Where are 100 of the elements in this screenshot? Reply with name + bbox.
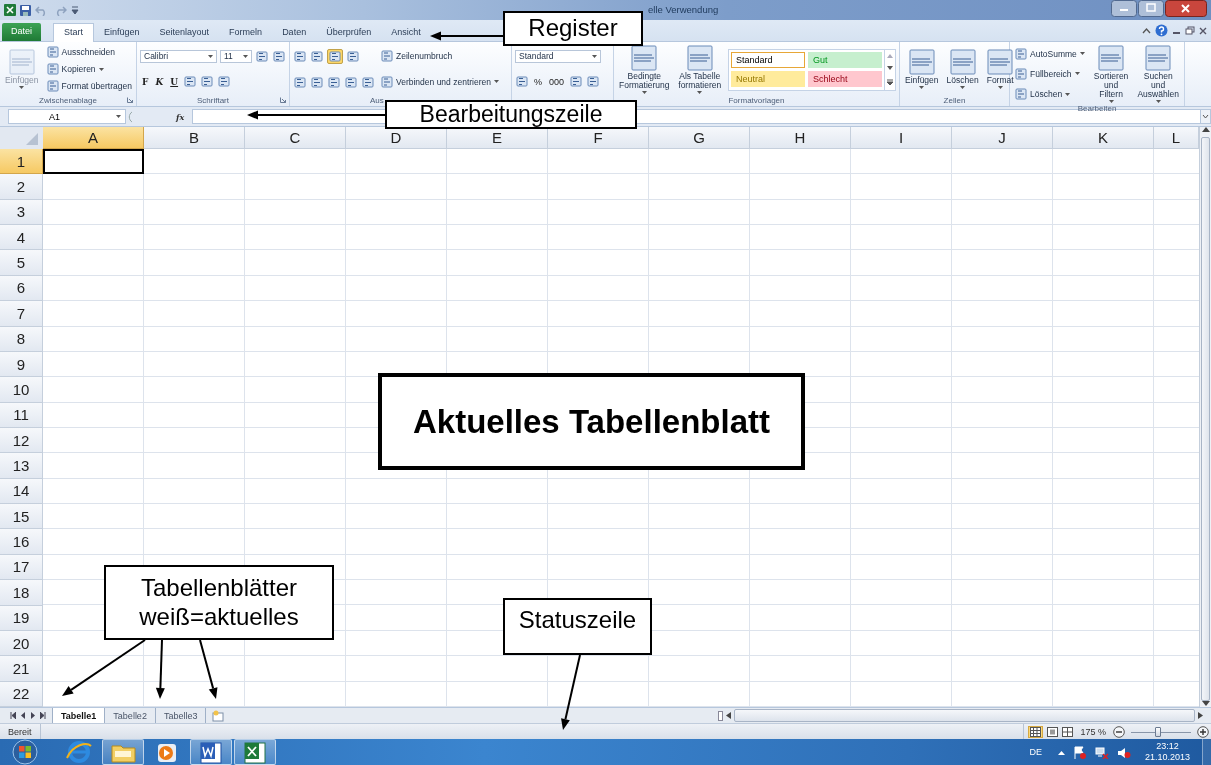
name-box[interactable]: A1 bbox=[8, 109, 126, 124]
ribbon-button[interactable]: Zeilenumbruch bbox=[379, 49, 501, 64]
percent-style-button[interactable]: % bbox=[532, 76, 544, 87]
scroll-left-icon[interactable] bbox=[726, 712, 731, 719]
cell-style[interactable]: Neutral bbox=[731, 71, 805, 87]
ribbon-tab[interactable]: Einfügen bbox=[94, 24, 150, 41]
ribbon-button[interactable]: Ausschneiden bbox=[44, 45, 134, 59]
sheet-nav-icon[interactable] bbox=[40, 712, 46, 719]
ribbon-tab[interactable]: Seitenlayout bbox=[149, 24, 220, 41]
cell-style[interactable]: Standard bbox=[731, 51, 805, 68]
taskbar-app[interactable] bbox=[190, 739, 232, 765]
row-header[interactable]: 14 bbox=[0, 478, 43, 505]
restore-button[interactable] bbox=[1138, 0, 1164, 17]
row-header[interactable]: 8 bbox=[0, 326, 43, 352]
toolbar-icon[interactable] bbox=[347, 51, 359, 63]
taskbar-app[interactable] bbox=[102, 739, 144, 765]
split-handle-icon[interactable] bbox=[718, 710, 723, 721]
vertical-scrollbar[interactable] bbox=[1199, 127, 1211, 707]
start-button[interactable] bbox=[10, 739, 40, 765]
row-header[interactable]: 22 bbox=[0, 681, 43, 707]
toolbar-icon[interactable] bbox=[184, 76, 197, 88]
row-header[interactable]: 11 bbox=[0, 402, 43, 428]
toolbar-icon[interactable] bbox=[294, 76, 306, 88]
toolbar-icon[interactable] bbox=[328, 76, 340, 88]
ribbon-button[interactable]: Füllbereich bbox=[1013, 67, 1087, 81]
ribbon-button[interactable]: Löschen bbox=[944, 48, 981, 90]
bold-button[interactable]: F bbox=[140, 76, 151, 87]
column-header[interactable]: G bbox=[649, 127, 750, 149]
row-header[interactable]: 21 bbox=[0, 656, 43, 682]
row-header[interactable]: 19 bbox=[0, 605, 43, 631]
row-header[interactable]: 6 bbox=[0, 275, 43, 302]
taskbar-app[interactable] bbox=[234, 739, 276, 765]
dropdown-field[interactable]: Calibri bbox=[140, 49, 217, 63]
zoom-out-icon[interactable] bbox=[1113, 725, 1125, 738]
zoom-slider-thumb[interactable] bbox=[1155, 726, 1161, 737]
save-icon[interactable] bbox=[20, 4, 31, 16]
ribbon-button[interactable]: Kopieren bbox=[44, 62, 134, 76]
column-header[interactable]: K bbox=[1053, 127, 1154, 149]
row-header[interactable]: 20 bbox=[0, 630, 43, 657]
toolbar-icon[interactable] bbox=[345, 76, 357, 88]
expand-formula-icon[interactable] bbox=[1200, 109, 1211, 124]
row-header[interactable]: 16 bbox=[0, 529, 43, 555]
horizontal-scrollbar[interactable] bbox=[734, 709, 1195, 722]
ribbon-tab[interactable]: Überprüfen bbox=[316, 24, 382, 41]
row-header[interactable]: 7 bbox=[0, 301, 43, 327]
sheet-tab[interactable]: Tabelle1 bbox=[52, 708, 106, 723]
restore-icon[interactable] bbox=[1185, 26, 1195, 35]
customize-icon[interactable] bbox=[71, 5, 79, 15]
underline-button[interactable]: U bbox=[168, 76, 181, 87]
toolbar-icon[interactable] bbox=[587, 76, 600, 88]
column-header[interactable]: I bbox=[851, 127, 952, 149]
clock[interactable]: 23:12 21.10.2013 bbox=[1144, 741, 1190, 763]
row-header[interactable]: 12 bbox=[0, 428, 43, 454]
help-icon[interactable] bbox=[1155, 24, 1168, 37]
insert-function-button[interactable]: fx bbox=[175, 111, 185, 122]
row-header[interactable]: 2 bbox=[0, 174, 43, 200]
ribbon-button[interactable]: Als Tabelle formatieren bbox=[675, 44, 724, 95]
column-header[interactable]: J bbox=[952, 127, 1053, 149]
ribbon-button[interactable]: Format bbox=[984, 48, 1016, 90]
ribbon-button[interactable]: Bedingte Formatierung bbox=[617, 44, 672, 95]
cell-style[interactable]: Schlecht bbox=[808, 71, 882, 87]
column-header[interactable]: C bbox=[245, 127, 346, 149]
italic-button[interactable]: K bbox=[153, 76, 166, 87]
row-header[interactable]: 10 bbox=[0, 377, 43, 403]
excel-icon[interactable] bbox=[4, 4, 16, 16]
ribbon-button[interactable]: Verbinden und zentrieren bbox=[379, 74, 501, 89]
file-tab[interactable]: Datei bbox=[2, 23, 41, 41]
ribbon-button[interactable]: Einfügen bbox=[903, 48, 941, 90]
column-header[interactable]: D bbox=[346, 127, 447, 149]
close-button[interactable] bbox=[1165, 0, 1207, 17]
scroll-right-icon[interactable] bbox=[1198, 712, 1203, 719]
column-header[interactable]: L bbox=[1154, 127, 1199, 149]
page-break-icon[interactable] bbox=[1062, 726, 1074, 737]
ribbon-tab[interactable]: Ansicht bbox=[381, 24, 431, 41]
zoom-level[interactable]: 175 % bbox=[1080, 726, 1106, 737]
normal-view-icon[interactable] bbox=[1030, 726, 1042, 737]
active-cell[interactable] bbox=[43, 149, 144, 175]
row-header[interactable]: 13 bbox=[0, 453, 43, 479]
toolbar-icon[interactable] bbox=[273, 50, 285, 62]
column-header[interactable]: E bbox=[447, 127, 548, 149]
column-header[interactable]: B bbox=[144, 127, 245, 149]
toolbar-icon[interactable] bbox=[311, 76, 323, 88]
row-header[interactable]: 1 bbox=[0, 149, 43, 175]
toolbar-icon[interactable] bbox=[256, 50, 268, 62]
toolbar-icon[interactable] bbox=[570, 76, 583, 88]
ribbon-tab[interactable]: Daten bbox=[272, 24, 317, 41]
row-header[interactable]: 15 bbox=[0, 504, 43, 530]
row-header[interactable]: 9 bbox=[0, 351, 43, 378]
close-icon[interactable] bbox=[1199, 26, 1207, 35]
network-icon[interactable] bbox=[1094, 745, 1109, 759]
ribbon-tab[interactable]: Formeln bbox=[219, 24, 273, 41]
formula-input[interactable] bbox=[192, 109, 384, 124]
speaker-icon[interactable] bbox=[1116, 745, 1131, 759]
ribbon-button[interactable]: Sortieren und Filtern bbox=[1090, 44, 1132, 104]
column-header[interactable]: A bbox=[43, 127, 144, 149]
dropdown-field[interactable]: Standard bbox=[515, 49, 601, 63]
row-header[interactable]: 17 bbox=[0, 554, 43, 581]
toolbar-icon[interactable] bbox=[329, 51, 341, 63]
toolbar-icon[interactable] bbox=[362, 76, 374, 88]
ribbon-button[interactable]: AutoSumme bbox=[1013, 46, 1087, 61]
